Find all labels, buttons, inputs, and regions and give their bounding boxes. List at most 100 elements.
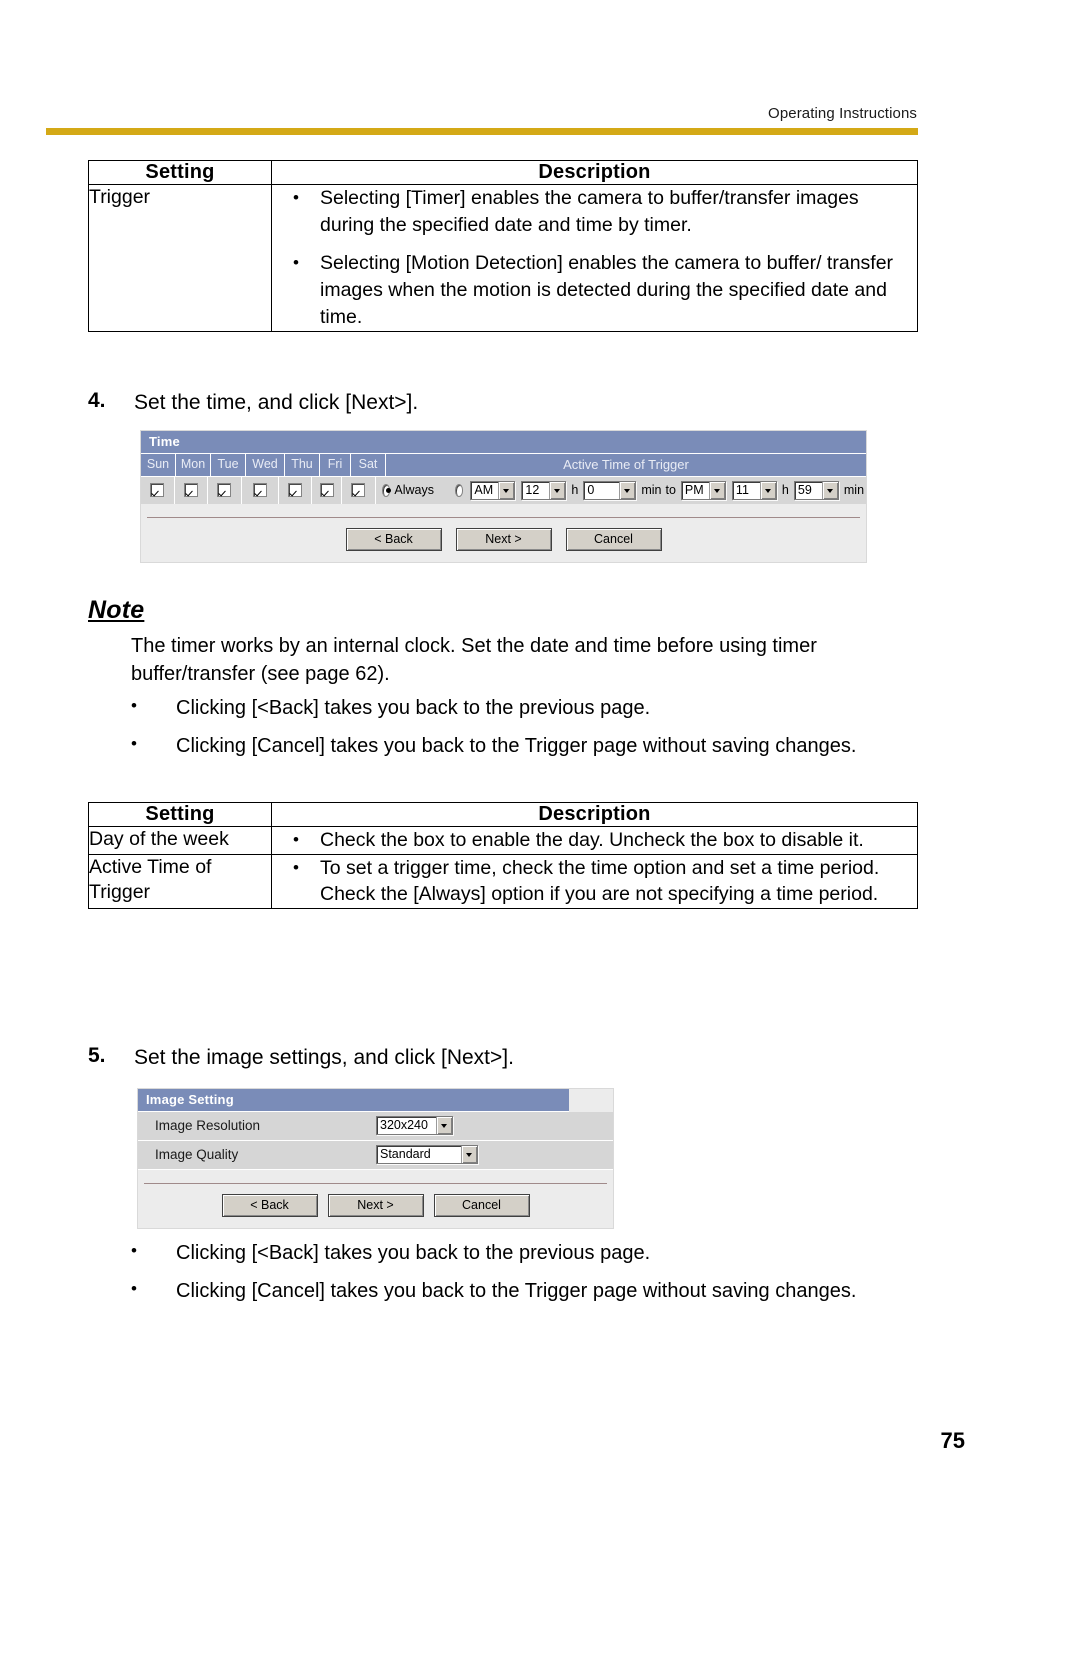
chevron-down-icon[interactable]: [498, 481, 515, 499]
bullet-text: Clicking [Cancel] takes you back to the …: [176, 1280, 857, 1302]
chevron-down-icon[interactable]: [759, 481, 776, 499]
page-number: 75: [940, 1428, 965, 1453]
day-cell-sat: [342, 477, 376, 504]
checkbox-thu[interactable]: [288, 482, 303, 497]
start-hour-value: 12: [525, 482, 540, 497]
start-hour-dropdown[interactable]: 12: [521, 480, 567, 500]
day-header-wed: Wed: [246, 454, 285, 477]
bullet-icon: •: [293, 188, 299, 207]
list-item: • Selecting [Timer] enables the camera t…: [272, 185, 917, 238]
step-number: 4.: [88, 389, 106, 412]
checkbox-sun[interactable]: [150, 482, 165, 497]
start-meridiem-dropdown[interactable]: AM: [470, 480, 516, 500]
step-4: 4. Set the time, and click [Next>].: [88, 389, 918, 416]
end-hour-value: 11: [735, 482, 749, 497]
list-item: • Check the box to enable the day. Unche…: [272, 827, 917, 854]
next-button[interactable]: Next >: [327, 1194, 424, 1217]
time-settings-screenshot: Time Sun Mon Tue Wed Thu Fri Sat Active …: [140, 430, 867, 563]
back-button[interactable]: < Back: [345, 528, 442, 551]
bullet-text: Clicking [Cancel] takes you back to the …: [176, 735, 857, 757]
end-minute-unit: min: [843, 483, 865, 497]
chevron-down-icon[interactable]: [461, 1146, 477, 1163]
bullet-icon: •: [131, 1241, 137, 1260]
day-header-sun: Sun: [141, 454, 176, 477]
image-quality-dropdown[interactable]: Standard: [376, 1145, 478, 1164]
document-page: Operating Instructions Setting Descripti…: [0, 0, 1080, 1669]
day-cell-wed: [241, 477, 279, 504]
active-time-header: Active Time of Trigger: [386, 454, 866, 477]
panel-title: Image Setting: [138, 1089, 569, 1112]
end-minute-value: 59: [797, 482, 812, 497]
header-rule: [46, 128, 918, 135]
step-text: Set the image settings, and click [Next>…: [134, 1046, 514, 1069]
bullet-icon: •: [293, 857, 299, 877]
time-settings-table: Setting Description Day of the week • Ch…: [88, 802, 918, 910]
table-row: Trigger • Selecting [Timer] enables the …: [88, 184, 918, 332]
image-settings-screenshot: Image Setting Image Resolution 320x240 I…: [137, 1088, 614, 1229]
next-button[interactable]: Next >: [455, 528, 552, 551]
day-checkbox-row: Always AM 12 h 0 min to PM 11 h 59 min: [141, 477, 867, 504]
column-header-description: Description: [271, 160, 918, 185]
image-resolution-row: Image Resolution 320x240: [138, 1112, 613, 1141]
chevron-down-icon[interactable]: [821, 481, 838, 499]
bullet-text: Clicking [<Back] takes you back to the p…: [176, 1242, 651, 1264]
column-header-description: Description: [271, 802, 918, 827]
bullet-text: Check the box to enable the day. Uncheck…: [320, 829, 864, 851]
panel-title: Time: [141, 431, 866, 454]
always-label: Always: [394, 483, 434, 497]
checkbox-mon[interactable]: [183, 482, 198, 497]
end-meridiem-dropdown[interactable]: PM: [680, 480, 726, 500]
back-button[interactable]: < Back: [221, 1194, 318, 1217]
step-number: 5.: [88, 1044, 106, 1067]
to-label: to: [665, 483, 676, 497]
chevron-down-icon[interactable]: [436, 1117, 452, 1134]
day-header-fri: Fri: [320, 454, 351, 477]
table-header-row: Setting Description: [88, 160, 918, 185]
list-item: • Clicking [Cancel] takes you back to th…: [131, 732, 921, 760]
list-item: • Clicking [Cancel] takes you back to th…: [131, 1277, 921, 1305]
bullet-text: Clicking [<Back] takes you back to the p…: [176, 697, 651, 719]
note-bullet-list: • Clicking [<Back] takes you back to the…: [131, 694, 921, 770]
step-5: 5. Set the image settings, and click [Ne…: [88, 1044, 918, 1071]
checkbox-fri[interactable]: [319, 482, 334, 497]
radio-time-period[interactable]: [454, 483, 464, 497]
start-hour-unit: h: [571, 483, 579, 497]
image-quality-control: Standard: [373, 1145, 613, 1164]
bullet-text: To set a trigger time, check the time op…: [320, 856, 880, 906]
table-row: Active Time of Trigger • To set a trigge…: [88, 853, 918, 910]
active-time-controls: Always AM 12 h 0 min to PM 11 h 59 min: [375, 477, 867, 504]
time-button-bar: < Back Next > Cancel: [141, 518, 866, 562]
bullet-icon: •: [131, 696, 137, 715]
note-body-text: The timer works by an internal clock. Se…: [131, 635, 817, 686]
end-meridiem-value: PM: [684, 482, 704, 497]
setting-name: Trigger: [88, 184, 272, 332]
image-resolution-control: 320x240: [373, 1116, 613, 1135]
column-header-setting: Setting: [88, 160, 272, 185]
end-hour-dropdown[interactable]: 11: [731, 480, 777, 500]
image-resolution-label: Image Resolution: [155, 1118, 261, 1133]
image-resolution-value: 320x240: [380, 1118, 428, 1132]
table-header-row: Setting Description: [88, 802, 918, 827]
image-quality-value: Standard: [380, 1147, 431, 1161]
chevron-down-icon[interactable]: [549, 481, 566, 499]
day-header-thu: Thu: [285, 454, 320, 477]
start-minute-dropdown[interactable]: 0: [583, 480, 637, 500]
cancel-button[interactable]: Cancel: [433, 1194, 530, 1217]
checkbox-wed[interactable]: [252, 482, 267, 497]
image-resolution-dropdown[interactable]: 320x240: [376, 1116, 453, 1135]
list-item: • Clicking [<Back] takes you back to the…: [131, 1239, 921, 1267]
cancel-button[interactable]: Cancel: [565, 528, 662, 551]
bullet-icon: •: [131, 1279, 137, 1298]
day-header-sat: Sat: [351, 454, 386, 477]
end-minute-dropdown[interactable]: 59: [793, 480, 839, 500]
chevron-down-icon[interactable]: [619, 481, 636, 499]
day-cell-mon: [174, 477, 209, 504]
radio-always[interactable]: [381, 483, 391, 497]
chevron-down-icon[interactable]: [708, 481, 725, 499]
table-row: Day of the week • Check the box to enabl…: [88, 826, 918, 855]
checkbox-sat[interactable]: [351, 482, 366, 497]
day-header-mon: Mon: [176, 454, 211, 477]
checkbox-tue[interactable]: [217, 482, 232, 497]
list-item: • To set a trigger time, check the time …: [272, 855, 917, 908]
day-header-row: Sun Mon Tue Wed Thu Fri Sat Active Time …: [141, 454, 866, 477]
